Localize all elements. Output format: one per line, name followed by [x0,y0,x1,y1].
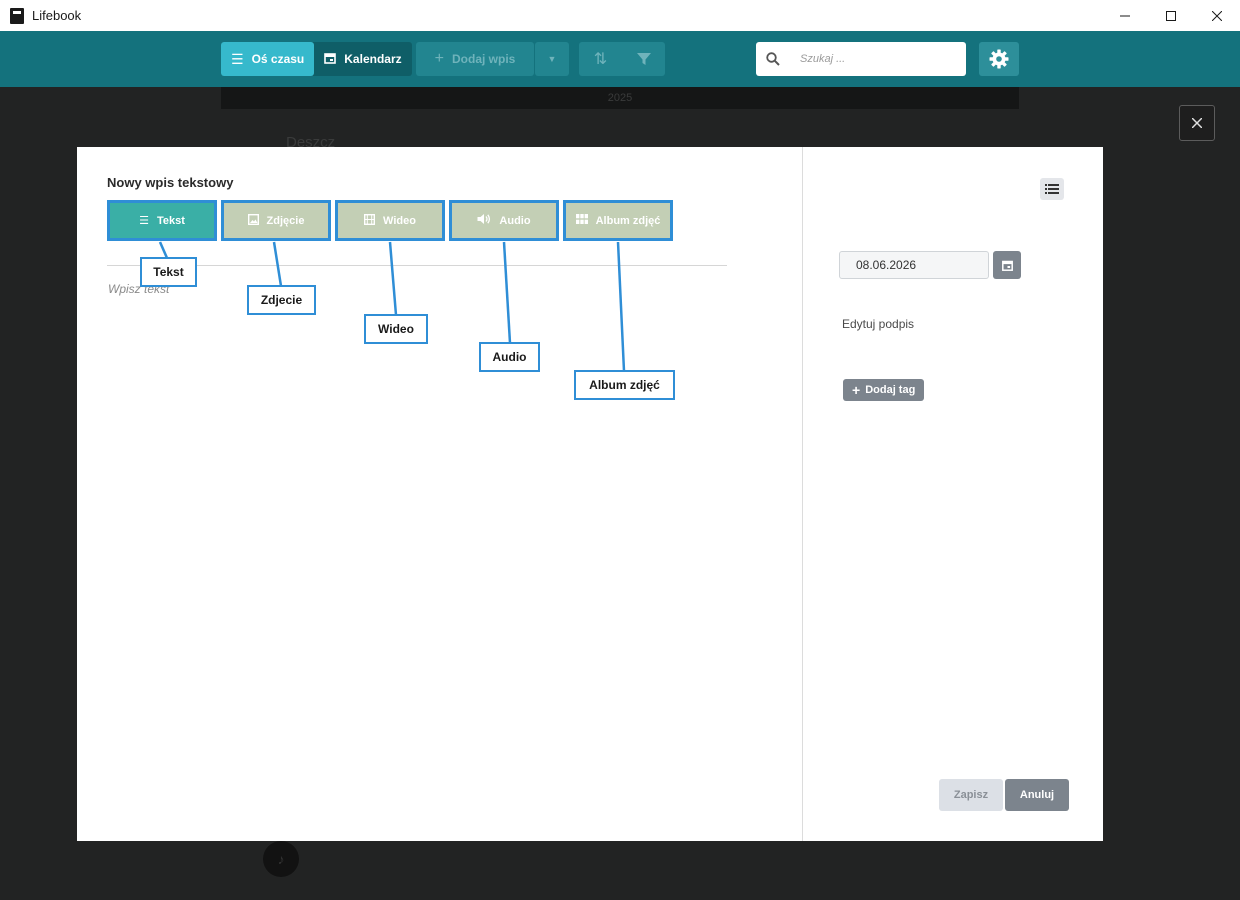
save-button[interactable]: Zapisz [939,779,1003,811]
year-header: 2025 [221,87,1019,109]
add-entry-button[interactable]: + Dodaj wpis [416,42,534,76]
grid-icon [575,214,588,227]
music-icon: ♪ [263,841,299,877]
view-switcher: ☰ Oś czasu Kalendarz [221,42,412,76]
annotation-video: Wideo [364,314,428,344]
timeline-view-button[interactable]: ☰ Oś czasu [221,42,315,76]
timeline-view-label: Oś czasu [251,52,305,66]
window-controls [1102,0,1240,31]
app-logo-icon [10,7,24,24]
date-field[interactable] [839,251,989,279]
annotation-text: Tekst [140,257,197,287]
date-picker-button[interactable] [993,251,1021,279]
add-entry-label: Dodaj wpis [452,52,516,66]
add-tag-label: Dodaj tag [865,384,916,396]
calendar-view-label: Kalendarz [344,52,402,66]
tab-audio[interactable]: Audio [449,200,559,241]
film-icon [364,213,376,228]
annotation-photo: Zdjecie [247,285,316,315]
add-tag-button[interactable]: + Dodaj tag [843,379,925,401]
caret-down-icon: ▼ [547,54,557,64]
window-title: Lifebook [32,8,82,23]
calendar-icon [324,51,337,67]
settings-button[interactable] [979,42,1019,76]
sort-button[interactable]: ⇅ [579,42,622,76]
menu-lines-icon: ☰ [231,50,244,67]
tab-text-label: Tekst [156,214,185,227]
entry-editor-panel: Nowy wpis tekstowy ☰ Tekst Zdjęcie Wideo [77,147,803,841]
search-box [756,42,966,76]
cancel-button[interactable]: Anuluj [1005,779,1069,811]
plus-icon: + [852,382,861,398]
search-input[interactable] [800,53,950,65]
entry-type-tabs: ☰ Tekst Zdjęcie Wideo Audio Album zdjęć [107,200,677,241]
calendar-view-button[interactable]: Kalendarz [314,42,411,76]
edit-caption-link[interactable]: Edytuj podpis [842,317,914,331]
search-icon [766,52,780,66]
main-toolbar: ☰ Oś czasu Kalendarz + Dodaj wpis ▼ ⇅ [0,31,1240,87]
tab-photo-label: Zdjęcie [266,214,305,227]
add-entry-dropdown-button[interactable]: ▼ [535,42,569,76]
entry-text-input[interactable] [108,277,708,301]
tab-photo-album-label: Album zdjęć [595,214,661,227]
details-toggle-button[interactable] [1040,178,1064,200]
close-x-icon [1192,118,1202,128]
image-icon [247,213,259,228]
tab-photo-album[interactable]: Album zdjęć [563,200,673,241]
plus-icon: + [434,50,444,67]
editor-divider [107,265,727,266]
tab-text[interactable]: ☰ Tekst [107,200,217,241]
list-icon [1045,184,1059,194]
sort-arrows-icon: ⇅ [593,51,608,68]
minimize-icon[interactable] [1102,0,1148,31]
text-lines-icon: ☰ [139,215,149,227]
filter-button[interactable] [622,42,665,76]
maximize-icon[interactable] [1148,0,1194,31]
gear-icon [989,49,1009,69]
sort-filter-group: ⇅ [579,42,665,76]
title-bar: Lifebook [0,0,1240,31]
tab-video-label: Wideo [383,214,416,227]
close-modal-button[interactable] [1179,105,1215,141]
filter-icon [636,53,651,65]
calendar-icon [1001,260,1013,271]
annotation-photo-album: Album zdjęć [574,370,675,400]
close-icon[interactable] [1194,0,1240,31]
tab-photo[interactable]: Zdjęcie [221,200,331,241]
tab-video[interactable]: Wideo [335,200,445,241]
new-entry-modal: Nowy wpis tekstowy ☰ Tekst Zdjęcie Wideo [77,147,1103,841]
modal-title: Nowy wpis tekstowy [107,175,234,190]
annotation-audio: Audio [479,342,540,372]
tab-audio-label: Audio [499,214,531,227]
speaker-icon [477,213,491,228]
